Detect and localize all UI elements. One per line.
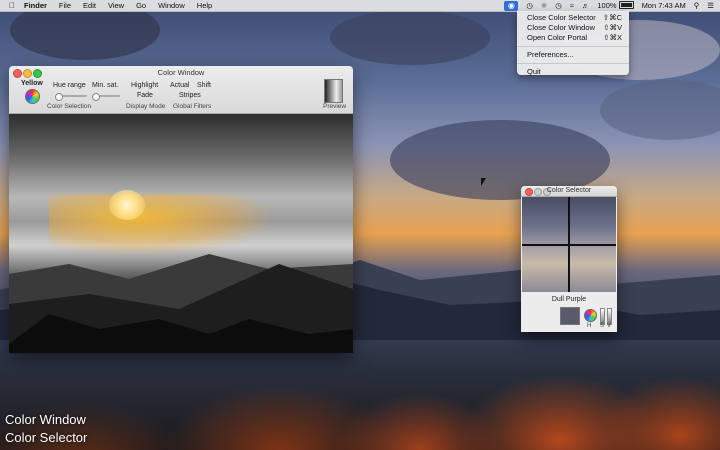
- color-window-toolbar: Color Window Yellow Hue range Min. sat. …: [9, 66, 353, 114]
- color-selection-caption: Color Selection: [47, 103, 92, 110]
- menu-edit[interactable]: Edit: [83, 1, 96, 10]
- shift-button[interactable]: Shift: [197, 82, 211, 89]
- crosshair-vertical: [568, 197, 570, 292]
- spotlight-search-icon[interactable]: ⚲: [694, 1, 700, 10]
- magnifier-view[interactable]: [522, 197, 616, 292]
- volume-icon[interactable]: ♬: [582, 1, 590, 10]
- min-sat-slider-knob[interactable]: [91, 93, 100, 101]
- status-area: ◉ ◷ ✱ ◷ ≈ ♬ 100% Mon 7:43 AM ⚲ ☰: [496, 0, 714, 11]
- menu-finder[interactable]: Finder: [24, 1, 47, 10]
- color-swatch: [560, 307, 580, 325]
- menu-item-shortcut: ⇧⌘X: [603, 33, 622, 42]
- fade-button[interactable]: Fade: [137, 92, 153, 99]
- min-sat-label: Min. sat.: [92, 82, 119, 89]
- wifi-icon[interactable]: ≈: [570, 1, 574, 10]
- caption-line-2: Color Selector: [5, 430, 88, 445]
- detected-color-name: Dull Purple: [551, 296, 587, 303]
- s-label: S: [600, 323, 605, 329]
- battery-percent[interactable]: 100%: [597, 1, 616, 10]
- status-menu-dropdown: Close Color Selector ⇧⌘C Close Color Win…: [517, 11, 629, 77]
- sun-glow: [109, 190, 145, 220]
- bluetooth-icon[interactable]: ✱: [541, 1, 547, 10]
- wallpaper-cloud: [330, 10, 490, 65]
- color-selector-titlebar: Color Selector: [521, 186, 617, 197]
- color-wheel-icon: [584, 309, 597, 322]
- menu-item-label: Close Color Selector: [527, 13, 596, 22]
- menu-item-open-color-portal[interactable]: Open Color Portal ⇧⌘X: [517, 33, 629, 43]
- menu-file[interactable]: File: [59, 1, 71, 10]
- menu-item-close-color-selector[interactable]: Close Color Selector ⇧⌘C: [517, 13, 629, 23]
- actual-button[interactable]: Actual: [170, 82, 189, 89]
- menu-item-label: Open Color Portal: [527, 33, 588, 42]
- color-selector-window: Color Selector Dull Purple H S V: [521, 186, 617, 332]
- menu-item-close-color-window[interactable]: Close Color Window ⇧⌘V: [517, 23, 629, 33]
- highlight-button[interactable]: Highlight: [131, 82, 158, 89]
- stripes-button[interactable]: Stripes: [179, 92, 201, 99]
- menu-item-quit[interactable]: Quit: [517, 67, 629, 77]
- wallpaper-cloud: [600, 80, 720, 140]
- menu-item-label: Close Color Window: [527, 23, 595, 32]
- preview-caption: Preview: [323, 103, 347, 110]
- menu-item-shortcut: ⇧⌘C: [602, 13, 622, 22]
- preview-swatch[interactable]: [324, 79, 343, 103]
- time-machine-icon[interactable]: ◷: [555, 1, 562, 10]
- menu-separator: [517, 63, 629, 64]
- eye-icon[interactable]: ◉: [504, 0, 519, 11]
- selected-color-name: Yellow: [21, 80, 43, 87]
- display-mode-caption: Display Mode: [126, 103, 166, 110]
- grayscale-mountains: [9, 254, 353, 353]
- window-title: Color Selector: [546, 187, 592, 194]
- battery-icon[interactable]: [618, 0, 634, 11]
- hue-range-label: Hue range: [53, 82, 86, 89]
- color-window: Color Window Yellow Hue range Min. sat. …: [9, 66, 353, 353]
- filtered-screen-view: [9, 114, 353, 353]
- menu-window[interactable]: Window: [158, 1, 185, 10]
- menu-view[interactable]: View: [108, 1, 124, 10]
- menu-separator: [517, 46, 629, 47]
- global-filters-caption: Global Filters: [173, 103, 212, 110]
- window-title: Color Window: [157, 68, 205, 77]
- menu-item-preferences[interactable]: Preferences...: [517, 50, 629, 60]
- color-wheel-icon[interactable]: [25, 89, 40, 104]
- v-label: V: [607, 323, 612, 329]
- menu-item-shortcut: ⇧⌘V: [603, 23, 622, 32]
- hue-range-slider-knob[interactable]: [55, 93, 64, 101]
- caption-line-1: Color Window: [5, 412, 86, 427]
- menu-help[interactable]: Help: [197, 1, 212, 10]
- clock[interactable]: Mon 7:43 AM: [642, 1, 686, 10]
- h-label: H: [587, 323, 592, 329]
- timer-icon[interactable]: ◷: [526, 1, 533, 10]
- menu-go[interactable]: Go: [136, 1, 146, 10]
- mouse-pointer-icon: [481, 178, 486, 186]
- notification-center-icon[interactable]: ☰: [707, 1, 714, 10]
- apple-logo-icon[interactable]: : [8, 1, 16, 10]
